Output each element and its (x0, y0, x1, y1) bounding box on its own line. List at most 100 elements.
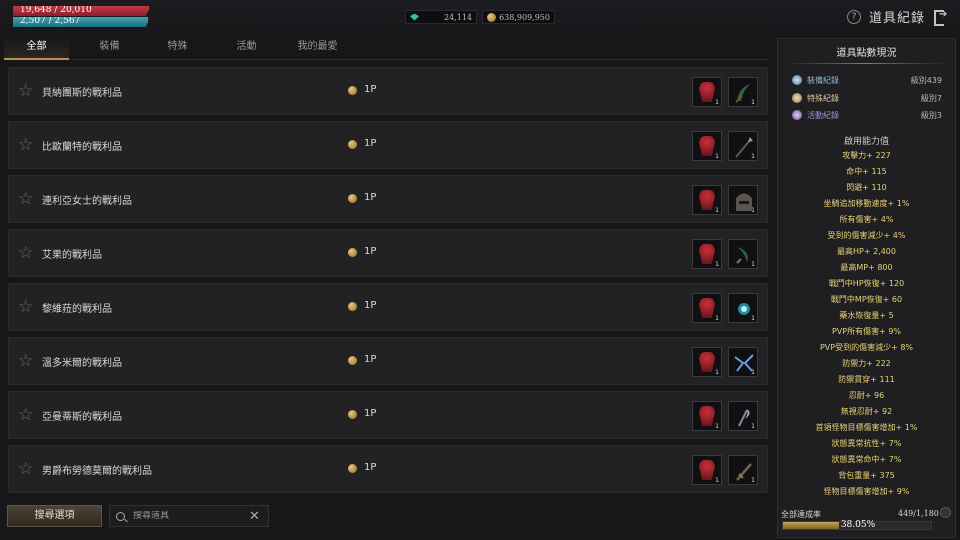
record-special[interactable]: 特殊紀錄 級別7 (792, 91, 942, 105)
record-level: 級別3 (920, 110, 942, 120)
favorite-star-icon[interactable]: ☆ (18, 297, 33, 317)
record-equipment[interactable]: 裝備紀錄 級別439 (792, 73, 942, 87)
clear-icon[interactable]: ✕ (249, 509, 260, 524)
item-row[interactable]: ☆ 貝納團斯的戰利品 1P 1 1 (8, 67, 768, 115)
armor-icon (699, 406, 715, 426)
item-slot[interactable]: 1 (728, 131, 758, 161)
crystal-currency: 24,114 (405, 10, 477, 24)
item-slot[interactable]: 1 (728, 455, 758, 485)
tab-all[interactable]: 全部 (4, 36, 69, 60)
armor-icon (699, 82, 715, 102)
tab-favorites[interactable]: 我的最愛 (285, 36, 350, 60)
item-quantity: 1 (715, 369, 719, 376)
favorite-star-icon[interactable]: ☆ (18, 405, 33, 425)
item-quantity: 1 (715, 153, 719, 160)
points-coin-icon (348, 356, 357, 365)
points-coin-icon (348, 194, 357, 203)
armor-icon (699, 460, 715, 480)
stat-line: 受到的傷害減少+ 4% (827, 231, 906, 240)
search-input[interactable] (133, 511, 249, 521)
item-slot[interactable]: 1 (692, 293, 722, 323)
item-row[interactable]: ☆ 黎維菈的戰利品 1P 1 1 (8, 283, 768, 331)
stat-line: 坐騎追加移動速度+ 1% (823, 199, 910, 208)
points-coin-icon (348, 248, 357, 257)
silver-coin-icon (487, 12, 496, 22)
tab-equipment[interactable]: 裝備 (77, 36, 142, 60)
item-row[interactable]: ☆ 溫多米爾的戰利品 1P 1 1 (8, 337, 768, 385)
record-event[interactable]: 活動紀錄 級別3 (792, 108, 942, 122)
item-quantity: 1 (715, 477, 719, 484)
favorite-star-icon[interactable]: ☆ (18, 135, 33, 155)
item-points: 1P (364, 354, 377, 365)
item-slot[interactable]: 1 (728, 401, 758, 431)
stat-line: 最高MP+ 800 (840, 263, 893, 272)
item-slot[interactable]: 1 (692, 455, 722, 485)
item-row[interactable]: ☆ 亞曼蒂斯的戰利品 1P 1 1 (8, 391, 768, 439)
item-slot[interactable]: 1 (692, 77, 722, 107)
item-slot[interactable]: 1 (692, 239, 722, 269)
achievement-value: 449/1,180 (898, 509, 939, 518)
tab-event[interactable]: 活動 (214, 36, 279, 60)
stat-line: PVP受到的傷害減少+ 8% (819, 343, 914, 352)
stat-line: 背包重量+ 375 (838, 471, 895, 480)
item-quantity: 1 (751, 315, 755, 322)
item-points: 1P (364, 138, 377, 149)
favorite-star-icon[interactable]: ☆ (18, 243, 33, 263)
item-slot[interactable]: 1 (728, 185, 758, 215)
item-row[interactable]: ☆ 艾果的戰利品 1P 1 1 (8, 229, 768, 277)
favorite-star-icon[interactable]: ☆ (18, 351, 33, 371)
zoom-icon[interactable] (940, 507, 951, 518)
stat-line: 藥水恢復量+ 5 (839, 311, 894, 320)
record-label: 特殊紀錄 (807, 93, 839, 103)
stat-line: 狀態異常抗性+ 7% (831, 439, 902, 448)
item-points-panel: 道具點數現況 裝備紀錄 級別439 特殊紀錄 級別7 活動紀錄 級別3 啟用能力… (777, 38, 956, 538)
item-quantity: 1 (715, 423, 719, 430)
item-points: 1P (364, 462, 377, 473)
points-coin-icon (348, 86, 357, 95)
item-points: 1P (364, 192, 377, 203)
divider (786, 63, 947, 64)
item-slot[interactable]: 1 (692, 131, 722, 161)
item-quantity: 1 (715, 261, 719, 268)
stat-line: 狀態異常命中+ 7% (831, 455, 902, 464)
item-slot[interactable]: 1 (728, 293, 758, 323)
help-icon[interactable]: ? (846, 9, 861, 24)
item-slot[interactable]: 1 (692, 347, 722, 377)
armor-icon (699, 136, 715, 156)
special-record-icon (792, 93, 802, 103)
mp-bar: 2,507 / 2,567 (13, 17, 151, 27)
stat-line: 攻擊力+ 227 (842, 151, 891, 160)
item-row[interactable]: ☆ 男爵布勞德莫爾的戰利品 1P 1 1 (8, 445, 768, 493)
item-slot[interactable]: 1 (728, 347, 758, 377)
exit-icon[interactable] (934, 9, 948, 26)
favorite-star-icon[interactable]: ☆ (18, 459, 33, 479)
item-name: 亞曼蒂斯的戰利品 (42, 412, 122, 423)
tab-special[interactable]: 特殊 (145, 36, 210, 60)
item-slot[interactable]: 1 (728, 77, 758, 107)
item-points: 1P (364, 84, 377, 95)
favorite-star-icon[interactable]: ☆ (18, 81, 33, 101)
item-quantity: 1 (751, 207, 755, 214)
item-row[interactable]: ☆ 連利亞女士的戰利品 1P 1 1 (8, 175, 768, 223)
hp-text: 19,648 / 20,010 (20, 5, 92, 15)
category-tabs: 全部 裝備 特殊 活動 我的最愛 (4, 36, 768, 60)
item-quantity: 1 (751, 99, 755, 106)
item-quantity: 1 (715, 315, 719, 322)
armor-icon (699, 190, 715, 210)
item-points: 1P (364, 300, 377, 311)
stat-line: 首領怪物目標傷害增加+ 1% (815, 423, 918, 432)
item-slot[interactable]: 1 (692, 185, 722, 215)
favorite-star-icon[interactable]: ☆ (18, 189, 33, 209)
item-quantity: 1 (715, 99, 719, 106)
stat-line: 怪物目標傷害增加+ 9% (823, 487, 910, 496)
item-name: 黎維菈的戰利品 (42, 304, 112, 315)
item-quantity: 1 (715, 207, 719, 214)
hp-bar: 19,648 / 20,010 (13, 6, 151, 16)
item-slot[interactable]: 1 (692, 401, 722, 431)
item-name: 艾果的戰利品 (42, 250, 102, 261)
points-coin-icon (348, 140, 357, 149)
search-options-button[interactable]: 搜尋選項 (7, 505, 102, 527)
item-row[interactable]: ☆ 比歐蘭特的戰利品 1P 1 1 (8, 121, 768, 169)
item-slot[interactable]: 1 (728, 239, 758, 269)
points-coin-icon (348, 464, 357, 473)
